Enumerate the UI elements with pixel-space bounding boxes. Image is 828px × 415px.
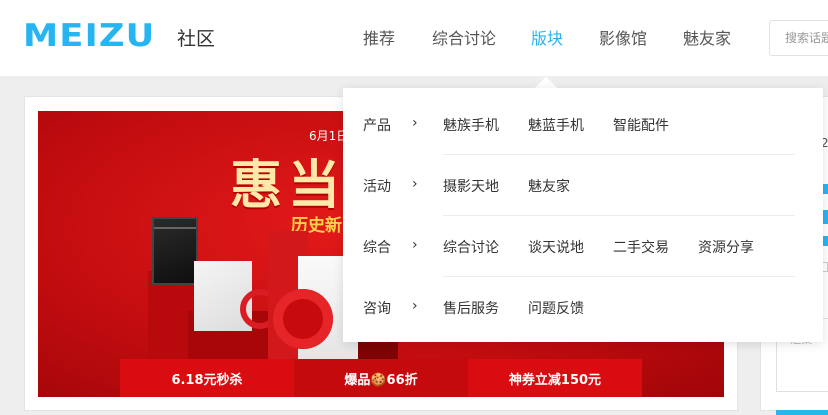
chevron-right-icon: › — [412, 237, 418, 253]
nav-item-discussion[interactable]: 综合讨论 — [432, 25, 496, 49]
dropdown-link[interactable]: 二手交易 — [613, 237, 669, 257]
search-input[interactable] — [770, 21, 828, 55]
dropdown-link[interactable]: 问题反馈 — [528, 298, 584, 318]
dropdown-link[interactable]: 摄影天地 — [443, 176, 499, 196]
earphone-box-image — [152, 217, 198, 285]
dropdown-category-label: 综合 — [363, 240, 391, 256]
promo-flash-sale[interactable]: 6.18元秒杀 — [120, 359, 294, 397]
dropdown-link[interactable]: 魅友家 — [528, 176, 570, 196]
product-ring-image — [273, 289, 333, 349]
chevron-right-icon: › — [412, 298, 418, 314]
banner-title: 惠当 — [230, 156, 347, 216]
dropdown-row-support: 咨询 › 售后服务 问题反馈 — [343, 280, 823, 341]
dropdown-link[interactable]: 魅族手机 — [443, 115, 499, 135]
dropdown-link[interactable]: 魅蓝手机 — [528, 115, 584, 135]
dropdown-link[interactable]: 售后服务 — [443, 298, 499, 318]
dropdown-link[interactable]: 综合讨论 — [443, 237, 499, 257]
chevron-right-icon: › — [412, 115, 418, 131]
dropdown-divider — [443, 154, 795, 155]
nav-item-gallery[interactable]: 影像馆 — [599, 25, 647, 49]
nav-item-sections[interactable]: 版块 — [531, 25, 563, 49]
site-name: 社区 — [177, 28, 216, 50]
promo-bar: 6.18元秒杀 爆品🍪66折 神券立减150元 — [120, 359, 642, 397]
dropdown-divider — [443, 215, 795, 216]
nav-item-recommend[interactable]: 推荐 — [363, 25, 395, 49]
logo-wordmark: MEIZU — [23, 18, 156, 54]
promo-coupon[interactable]: 神券立减150元 — [468, 359, 642, 397]
dropdown-row-products: 产品 › 魅族手机 魅蓝手机 智能配件 — [343, 97, 823, 158]
dropdown-divider — [443, 276, 795, 277]
dropdown-link[interactable]: 智能配件 — [613, 115, 669, 135]
dropdown-category-label: 咨询 — [363, 301, 391, 317]
dropdown-category-label: 活动 — [363, 179, 391, 195]
sidebar-accent-bar — [776, 410, 828, 415]
dropdown-link[interactable]: 资源分享 — [698, 237, 754, 257]
search-box — [769, 20, 828, 56]
dropdown-row-general: 综合 › 综合讨论 谈天说地 二手交易 资源分享 — [343, 219, 823, 280]
dropdown-category-label: 产品 — [363, 118, 391, 134]
sections-dropdown: 产品 › 魅族手机 魅蓝手机 智能配件 活动 › 摄影天地 魅友家 综合 › 综… — [343, 88, 823, 342]
nav-item-fans-home[interactable]: 魅友家 — [683, 25, 731, 49]
site-header: MEIZU 社区 推荐 综合讨论 版块 影像馆 魅友家 — [0, 0, 828, 76]
chevron-right-icon: › — [412, 176, 418, 192]
meizu-logo[interactable]: MEIZU — [23, 21, 154, 52]
dropdown-row-activities: 活动 › 摄影天地 魅友家 — [343, 158, 823, 219]
promo-discount[interactable]: 爆品🍪66折 — [294, 359, 468, 397]
dropdown-link[interactable]: 谈天说地 — [528, 237, 584, 257]
